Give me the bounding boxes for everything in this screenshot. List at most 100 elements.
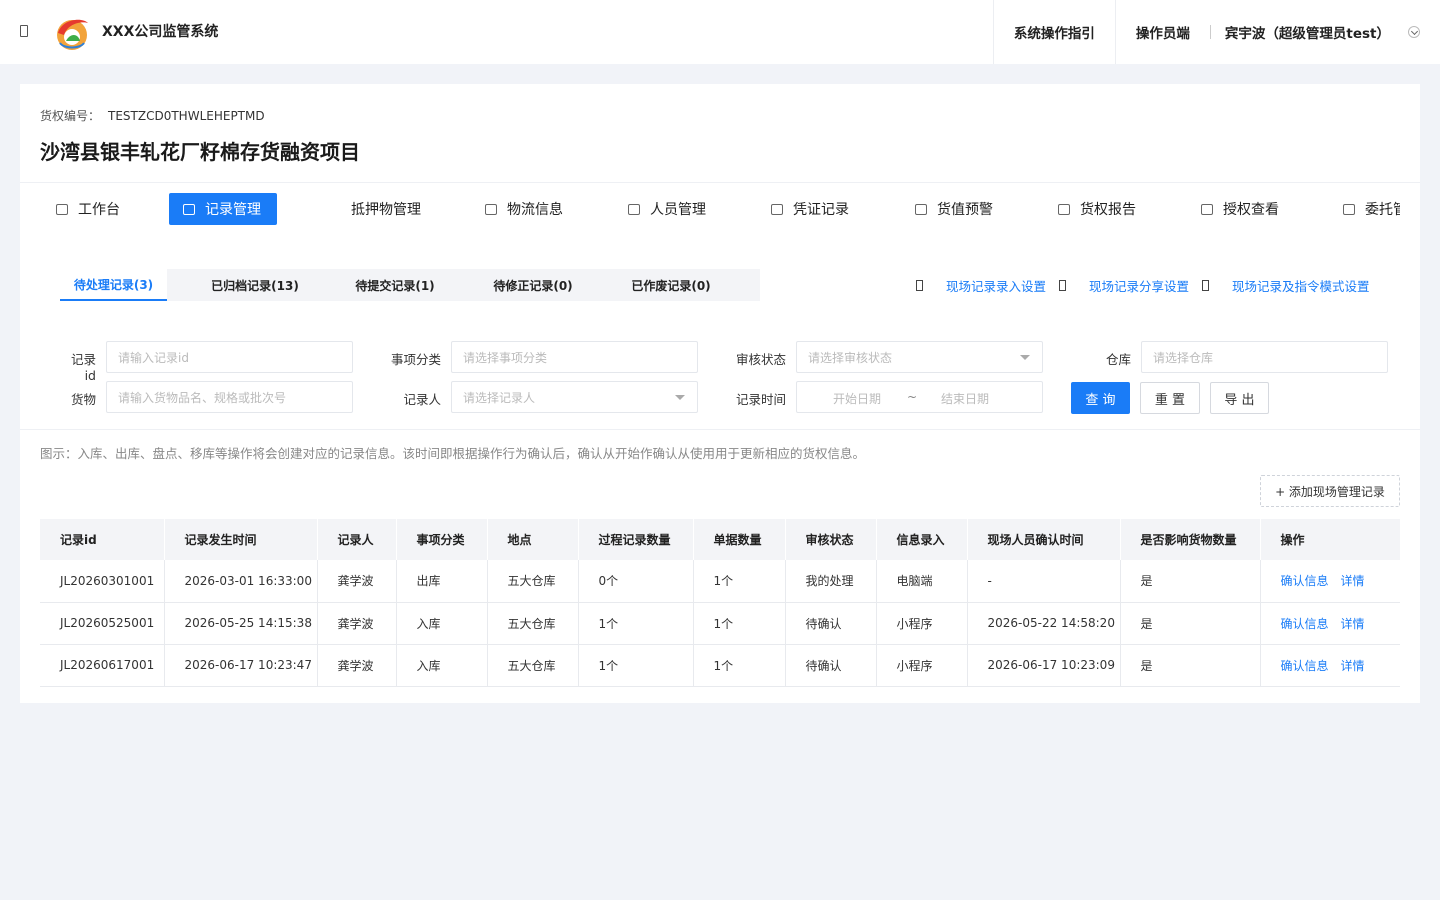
cell-time: 2026-03-01 16:33:00 xyxy=(164,560,318,603)
menu-toggle-icon[interactable] xyxy=(20,25,28,37)
people-icon xyxy=(628,203,640,215)
column-header[interactable]: 记录人 xyxy=(317,519,397,560)
dropdown-caret-icon xyxy=(1020,355,1030,360)
cell-recorder: 龚学波 xyxy=(317,560,397,603)
column-header[interactable]: 过程记录数量 xyxy=(578,519,694,560)
column-header[interactable]: 单据数量 xyxy=(693,519,786,560)
column-header[interactable]: 记录发生时间 xyxy=(164,519,318,560)
subtab-to-submit[interactable]: 待提交记录(1) xyxy=(327,269,463,301)
cell-actions: 确认信息 详情 xyxy=(1260,644,1400,687)
module-tab-logistics[interactable]: 物流信息 xyxy=(485,193,563,225)
start-date-placeholder: 开始日期 xyxy=(833,392,882,406)
cell-location: 五大仓库 xyxy=(487,602,579,645)
detail-link[interactable]: 详情 xyxy=(1341,574,1365,588)
divider xyxy=(20,182,1420,183)
module-tab-label: 凭证记录 xyxy=(793,202,849,218)
module-tab-collateral[interactable]: 抵押物管理 xyxy=(351,193,421,225)
top-header: XXX公司监管系统 系统操作指引 操作员端 宾宇波（超级管理员test） xyxy=(0,0,1440,64)
cell-doc-count: 1个 xyxy=(693,560,786,603)
module-tab-rights-report[interactable]: 货权报告 xyxy=(1058,193,1136,225)
rights-number-label: 货权编号： xyxy=(40,109,101,123)
record-entry-settings-link[interactable]: 现场记录录入设置 xyxy=(916,277,1046,294)
alarm-icon xyxy=(915,203,927,215)
cell-process-count: 0个 xyxy=(578,560,694,603)
module-tab-personnel[interactable]: 人员管理 xyxy=(628,193,706,225)
column-header[interactable]: 审核状态 xyxy=(785,519,877,560)
subtab-pending[interactable]: 待处理记录(3) xyxy=(60,269,167,301)
operator-link[interactable]: 操作员端 xyxy=(1114,0,1210,64)
table-row: JL20260617001 2026-06-17 10:23:47 龚学波 入库… xyxy=(40,644,1400,687)
module-tab-label: 抵押物管理 xyxy=(351,202,421,218)
entrust-icon xyxy=(1343,203,1355,215)
module-tab-records[interactable]: 记录管理 xyxy=(169,193,277,225)
cell-location: 五大仓库 xyxy=(487,560,579,603)
column-header[interactable]: 记录id xyxy=(40,519,165,560)
module-tab-label: 物流信息 xyxy=(507,202,563,218)
detail-link[interactable]: 详情 xyxy=(1341,659,1365,673)
category-select[interactable]: 请选择事项分类 xyxy=(451,341,698,373)
record-share-settings-link[interactable]: 现场记录分享设置 xyxy=(1059,277,1189,294)
warehouse-select[interactable]: 请选择仓库 xyxy=(1141,341,1388,373)
record-time-range[interactable]: 开始日期 ~ 结束日期 xyxy=(796,381,1043,413)
company-logo xyxy=(57,19,88,50)
subtab-archived[interactable]: 已归档记录(13) xyxy=(187,269,323,301)
app-title: XXX公司监管系统 xyxy=(102,24,219,40)
search-button[interactable]: 查 询 xyxy=(1071,382,1130,414)
column-header[interactable]: 事项分类 xyxy=(396,519,488,560)
user-menu[interactable]: 宾宇波（超级管理员test） xyxy=(1209,0,1440,64)
export-button[interactable]: 导 出 xyxy=(1210,382,1269,414)
confirm-info-link[interactable]: 确认信息 xyxy=(1281,574,1329,588)
module-tab-label: 委托管 xyxy=(1365,202,1400,218)
module-tab-entrust[interactable]: 委托管 xyxy=(1343,193,1400,225)
date-range-separator: ~ xyxy=(907,390,918,404)
category-label: 事项分类 xyxy=(390,352,441,367)
column-header[interactable]: 现场人员确认时间 xyxy=(967,519,1121,560)
subtab-voided[interactable]: 已作废记录(0) xyxy=(603,269,739,301)
cell-recorder: 龚学波 xyxy=(317,602,397,645)
cell-record-id: JL20260617001 xyxy=(40,644,165,687)
table-row: JL20260525001 2026-05-25 14:15:38 龚学波 入库… xyxy=(40,602,1400,645)
subtab-to-correct[interactable]: 待修正记录(0) xyxy=(465,269,601,301)
system-guide-link[interactable]: 系统操作指引 xyxy=(992,0,1115,64)
recorder-placeholder: 请选择记录人 xyxy=(463,390,536,405)
audit-status-select[interactable]: 请选择审核状态 xyxy=(796,341,1043,373)
cell-audit-status: 我的处理 xyxy=(785,560,877,603)
audit-status-label: 审核状态 xyxy=(735,352,786,367)
module-tab-vouchers[interactable]: 凭证记录 xyxy=(771,193,849,225)
rights-number-value: TESTZCD0THWLEHEPTMD xyxy=(108,109,265,123)
goods-label: 货物 xyxy=(70,392,96,407)
record-command-settings-link[interactable]: 现场记录及指令模式设置 xyxy=(1202,277,1370,294)
reset-button[interactable]: 重 置 xyxy=(1140,382,1200,414)
module-nav: 工作台 记录管理 抵押物管理 物流信息 人员管理 凭证记录 货值预警 货权报告 … xyxy=(40,193,1400,225)
settings-link-label: 现场记录及指令模式设置 xyxy=(1232,278,1370,294)
module-tab-workbench[interactable]: 工作台 xyxy=(56,193,120,225)
record-id-input[interactable]: 请输入记录id xyxy=(106,341,353,373)
detail-link[interactable]: 详情 xyxy=(1341,617,1365,631)
cell-entry: 电脑端 xyxy=(876,560,968,603)
chevron-down-icon[interactable] xyxy=(1408,26,1420,38)
module-tab-value-alert[interactable]: 货值预警 xyxy=(915,193,993,225)
column-header[interactable]: 是否影响货物数量 xyxy=(1120,519,1261,560)
add-site-record-button[interactable]: + 添加现场管理记录 xyxy=(1260,475,1400,507)
goods-input[interactable]: 请输入货物品名、规格或批次号 xyxy=(106,381,353,413)
module-tab-label: 货值预警 xyxy=(937,202,993,218)
audit-status-placeholder: 请选择审核状态 xyxy=(808,350,893,365)
dropdown-caret-icon xyxy=(675,395,685,400)
record-id-label: 记录id xyxy=(70,352,96,383)
module-tab-authorize-view[interactable]: 授权查看 xyxy=(1201,193,1279,225)
truck-icon xyxy=(485,203,497,215)
column-header[interactable]: 地点 xyxy=(487,519,579,560)
settings-icon xyxy=(916,279,923,291)
recorder-select[interactable]: 请选择记录人 xyxy=(451,381,698,413)
table-header-row: 记录id 记录发生时间 记录人 事项分类 地点 过程记录数量 单据数量 审核状态… xyxy=(40,519,1400,560)
column-header[interactable]: 信息录入 xyxy=(876,519,968,560)
cell-record-id: JL20260301001 xyxy=(40,560,165,603)
module-tab-label: 记录管理 xyxy=(205,202,261,218)
cell-entry: 小程序 xyxy=(876,644,968,687)
confirm-info-link[interactable]: 确认信息 xyxy=(1281,659,1329,673)
confirm-info-link[interactable]: 确认信息 xyxy=(1281,617,1329,631)
module-tab-label: 货权报告 xyxy=(1080,202,1136,218)
cell-record-id: JL20260525001 xyxy=(40,602,165,645)
module-tab-label: 授权查看 xyxy=(1223,202,1279,218)
record-icon xyxy=(183,203,195,215)
